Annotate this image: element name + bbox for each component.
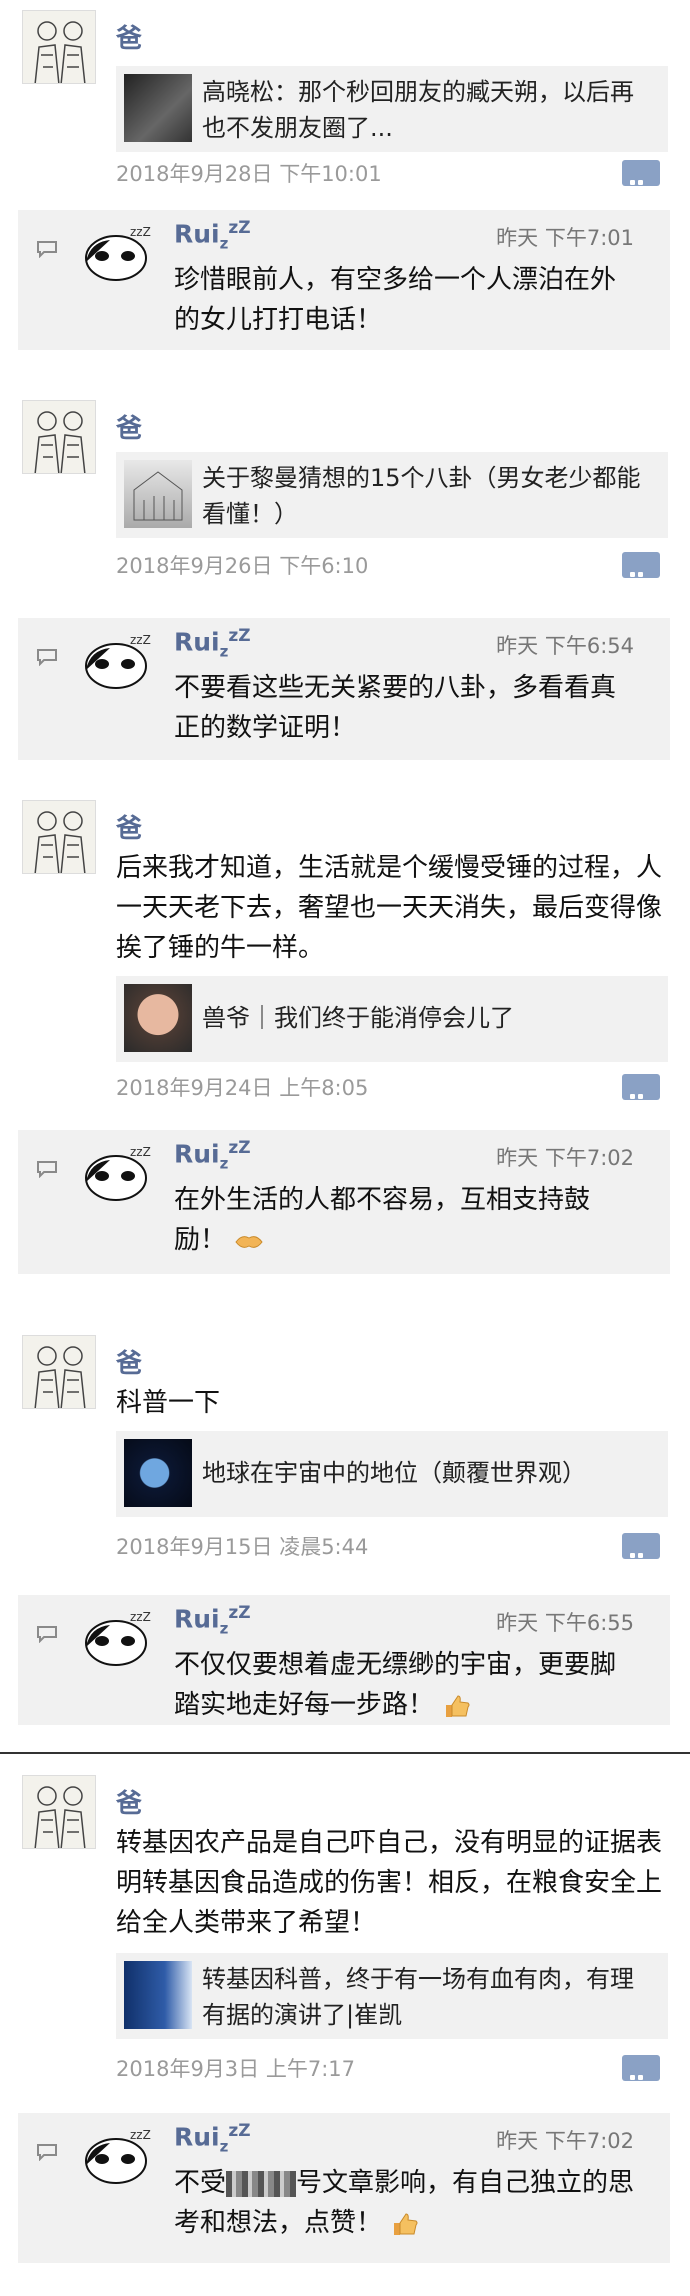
shared-article-card[interactable]: 关于黎曼猜想的15个八卦（男女老少都能看懂！） [116, 452, 668, 538]
article-thumbnail [124, 1961, 192, 2029]
article-thumbnail [124, 74, 192, 142]
rui-avatar[interactable]: zzZ [80, 2125, 160, 2187]
handshake-emoji [235, 1235, 263, 1248]
article-title: 地球在宇宙中的地位（颠覆世界观） [202, 1459, 586, 1487]
thumbs-up-emoji [394, 2212, 418, 2235]
shared-article-card[interactable]: 兽爷｜我们终于能消停会儿了 [116, 976, 668, 1062]
shared-article-card[interactable]: 高晓松：那个秒回朋友的臧天朔，以后再也不发朋友圈了... [116, 66, 668, 152]
rui-avatar[interactable]: zzZ [80, 1607, 160, 1669]
post-timestamp: 2018年9月24日 上午8:05 [116, 1076, 369, 1100]
reply-time: 昨天 下午7:01 [496, 226, 634, 250]
post-text: 科普一下 [116, 1388, 221, 1418]
post-text: 后来我才知道，生活就是个缓慢受锤的过程，人一天天老下去，奢望也一天天消失，最后变… [116, 853, 663, 963]
post-timestamp: 2018年9月3日 上午7:17 [116, 2057, 355, 2081]
reply-time: 昨天 下午6:55 [496, 1611, 634, 1635]
dad-avatar[interactable] [22, 800, 96, 874]
dad-avatar[interactable] [22, 1335, 96, 1409]
speech-bubble-icon [37, 2144, 57, 2161]
comment-dots-icon[interactable] [622, 1074, 660, 1100]
dad-avatar[interactable] [22, 1775, 96, 1849]
shared-article-card[interactable]: 地球在宇宙中的地位（颠覆世界观） [116, 1431, 668, 1517]
comment-dots-icon[interactable] [622, 160, 660, 186]
rui-avatar[interactable]: zzZ [80, 1142, 160, 1204]
dad-name[interactable]: 爸 [116, 18, 142, 55]
dad-avatar[interactable] [22, 10, 96, 84]
reply-text: 珍惜眼前人，有空多给一个人漂泊在外的女儿打打电话！ [174, 265, 617, 335]
moment-post: 爸 转基因农产品是自己吓自己，没有明显的证据表明转基因食品造成的伤害！相反，在粮… [0, 1775, 690, 2295]
rui-name[interactable]: RuizzZ [174, 626, 251, 660]
comment-dots-icon[interactable] [622, 552, 660, 578]
post-timestamp: 2018年9月26日 下午6:10 [116, 554, 369, 578]
reply-text: 不仅仅要想着虚无缥缈的宇宙，更要脚踏实地走好每一步路！ [174, 1650, 617, 1720]
svg-text:zzZ: zzZ [130, 1145, 151, 1159]
article-title: 关于黎曼猜想的15个八卦（男女老少都能看懂！） [202, 464, 641, 528]
article-title: 高晓松：那个秒回朋友的臧天朔，以后再也不发朋友圈了... [202, 78, 634, 142]
reply-text: 不受 号文章影响，有自己独立的思考和想法，点赞！ [174, 2168, 635, 2238]
reply-box: zzZ RuizzZ 昨天 下午7:02 不受 号文章影响，有自己独立的思考和想法… [18, 2113, 670, 2263]
article-title: 兽爷｜我们终于能消停会儿了 [202, 1004, 514, 1032]
dad-name[interactable]: 爸 [116, 1783, 142, 1820]
svg-text:zzZ: zzZ [130, 1610, 151, 1624]
rui-name[interactable]: RuizzZ [174, 1603, 251, 1637]
rui-avatar[interactable]: zzZ [80, 630, 160, 692]
rui-name[interactable]: RuizzZ [174, 2121, 251, 2155]
reply-time: 昨天 下午7:02 [496, 1146, 634, 1170]
comment-dots-icon[interactable] [622, 1533, 660, 1559]
reply-time: 昨天 下午7:02 [496, 2129, 634, 2153]
svg-text:zzZ: zzZ [130, 225, 151, 239]
reply-box: zzZ RuizzZ 昨天 下午6:55 不仅仅要想着虚无缥缈的宇宙，更要脚踏实… [18, 1595, 670, 1725]
comment-dots-icon[interactable] [622, 2055, 660, 2081]
speech-bubble-icon [37, 1626, 57, 1643]
dad-name[interactable]: 爸 [116, 408, 142, 445]
reply-box: zzZ RuizzZ 昨天 下午7:01 珍惜眼前人，有空多给一个人漂泊在外的女… [18, 210, 670, 350]
svg-text:zzZ: zzZ [130, 2128, 151, 2142]
reply-box: zzZ RuizzZ 昨天 下午6:54 不要看这些无关紧要的八卦，多看看真正的… [18, 618, 670, 760]
dad-avatar[interactable] [22, 400, 96, 474]
dad-name[interactable]: 爸 [116, 1343, 142, 1380]
post-timestamp: 2018年9月28日 下午10:01 [116, 162, 382, 186]
speech-bubble-icon [37, 649, 57, 666]
rui-name[interactable]: RuizzZ [174, 218, 251, 252]
moment-post: 爸 关于黎曼猜想的15个八卦（男女老少都能看懂！） 2018年9月26日 下午6… [0, 400, 690, 760]
reply-text: 不要看这些无关紧要的八卦，多看看真正的数学证明！ [174, 673, 617, 743]
reply-time: 昨天 下午6:54 [496, 634, 634, 658]
speech-bubble-icon [37, 1161, 57, 1178]
redacted-mosaic [226, 2170, 297, 2197]
article-thumbnail [124, 984, 192, 1052]
moment-post: 爸 后来我才知道，生活就是个缓慢受锤的过程，人一天天老下去，奢望也一天天消失，最… [0, 800, 690, 1290]
article-thumbnail [124, 460, 192, 528]
article-title: 转基因科普，终于有一场有血有肉，有理有据的演讲了|崔凯 [202, 1965, 634, 2029]
dad-name[interactable]: 爸 [116, 808, 142, 845]
shared-article-card[interactable]: 转基因科普，终于有一场有血有肉，有理有据的演讲了|崔凯 [116, 1953, 668, 2039]
moment-post: 爸 科普一下 地球在宇宙中的地位（颠覆世界观） 2018年9月15日 凌晨5:4… [0, 1335, 690, 1735]
post-text: 转基因农产品是自己吓自己，没有明显的证据表明转基因食品造成的伤害！相反，在粮食安… [116, 1828, 663, 1938]
article-thumbnail [124, 1439, 192, 1507]
post-timestamp: 2018年9月15日 凌晨5:44 [116, 1535, 369, 1559]
thumbs-up-emoji [446, 1694, 470, 1717]
reply-box: zzZ RuizzZ 昨天 下午7:02 在外生活的人都不容易，互相支持鼓励！ [18, 1130, 670, 1274]
svg-text:zzZ: zzZ [130, 633, 151, 647]
reply-text: 在外生活的人都不容易，互相支持鼓励！ [174, 1185, 591, 1255]
rui-name[interactable]: RuizzZ [174, 1138, 251, 1172]
section-divider [0, 1752, 690, 1754]
speech-bubble-icon [37, 241, 57, 258]
rui-avatar[interactable]: zzZ [80, 222, 160, 284]
moment-post: 爸 高晓松：那个秒回朋友的臧天朔，以后再也不发朋友圈了... 2018年9月28… [0, 10, 690, 370]
